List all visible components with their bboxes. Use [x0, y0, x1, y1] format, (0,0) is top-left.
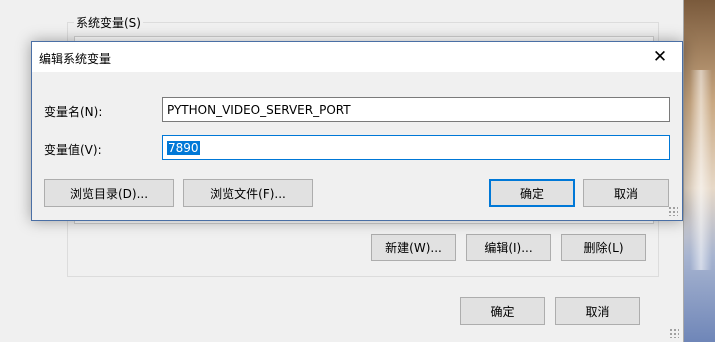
system-variables-label: 系统变量(S) [74, 14, 143, 31]
variable-name-field[interactable]: PYTHON_VIDEO_SERVER_PORT [162, 97, 670, 122]
background-highlight [690, 70, 712, 270]
edit-system-variable-dialog: 编辑系统变量 ✕ 变量名(N): PYTHON_VIDEO_SERVER_POR… [31, 41, 683, 221]
browse-file-button[interactable]: 浏览文件(F)... [183, 179, 313, 207]
edit-variable-button[interactable]: 编辑(I)... [466, 234, 551, 261]
dialog-titlebar[interactable]: 编辑系统变量 ✕ [32, 42, 682, 72]
delete-variable-button[interactable]: 删除(L) [561, 234, 646, 261]
new-variable-button[interactable]: 新建(W)... [371, 234, 456, 261]
desktop-background [684, 0, 715, 342]
browse-directory-button[interactable]: 浏览目录(D)... [44, 179, 174, 207]
dialog-ok-button[interactable]: 确定 [489, 179, 575, 207]
dialog-cancel-button[interactable]: 取消 [583, 179, 669, 207]
variable-value-selected-text: 7890 [167, 140, 200, 155]
resize-grip-icon[interactable] [669, 328, 679, 338]
dialog-resize-grip-icon[interactable] [668, 206, 678, 216]
variable-value-label: 变量值(V): [44, 143, 102, 157]
parent-ok-button[interactable]: 确定 [460, 297, 545, 325]
parent-cancel-button[interactable]: 取消 [555, 297, 640, 325]
variable-value-field[interactable]: 7890 [162, 135, 670, 160]
variable-name-value: PYTHON_VIDEO_SERVER_PORT [167, 102, 351, 117]
variable-name-label: 变量名(N): [44, 105, 103, 119]
dialog-title: 编辑系统变量 [39, 52, 112, 66]
close-icon[interactable]: ✕ [638, 42, 682, 72]
